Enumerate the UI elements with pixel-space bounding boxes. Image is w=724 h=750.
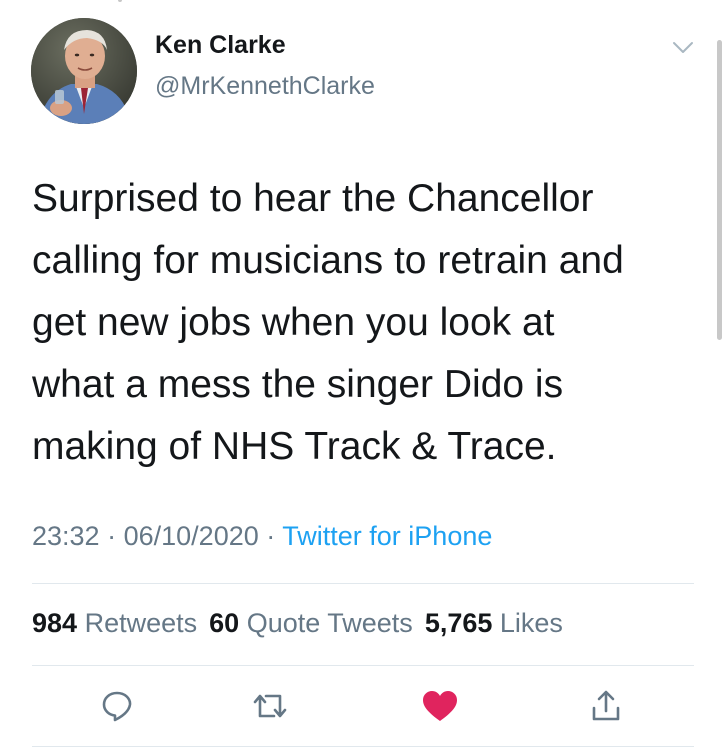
author-display-name[interactable]: Ken Clarke — [155, 31, 286, 60]
author-handle[interactable]: @MrKennethClarke — [155, 72, 375, 101]
retweet-button[interactable] — [248, 686, 292, 730]
scrollbar[interactable] — [717, 40, 722, 340]
share-button[interactable] — [584, 686, 628, 730]
tweet-text: Surprised to hear the Chancellor calling… — [32, 177, 624, 468]
reply-button[interactable] — [95, 686, 139, 730]
tweet-actions — [0, 686, 724, 730]
chevron-down-icon[interactable] — [671, 35, 695, 59]
divider — [32, 583, 694, 584]
previous-tweet-fragment — [118, 0, 122, 2]
retweet-icon — [252, 689, 288, 728]
divider — [32, 746, 694, 747]
quote-tweets-stat[interactable]: 60 Quote Tweets — [209, 608, 413, 638]
heart-icon — [421, 689, 459, 728]
tweet-meta: 23:32 · 06/10/2020 · Twitter for iPhone — [32, 521, 492, 552]
likes-label: Likes — [499, 608, 563, 638]
quote-tweets-label: Quote Tweets — [246, 608, 413, 638]
meta-separator: · — [107, 521, 117, 551]
tweet-date[interactable]: 06/10/2020 — [124, 521, 259, 551]
retweets-label: Retweets — [84, 608, 198, 638]
retweets-stat[interactable]: 984 Retweets — [32, 608, 197, 638]
meta-separator: · — [266, 521, 276, 551]
tweet-time[interactable]: 23:32 — [32, 521, 100, 551]
divider — [32, 665, 694, 666]
avatar[interactable] — [31, 18, 137, 124]
tweet-stats: 984 Retweets 60 Quote Tweets 5,765 Likes — [32, 608, 575, 639]
likes-count: 5,765 — [424, 608, 493, 638]
retweets-count: 984 — [32, 608, 78, 638]
like-button[interactable] — [418, 686, 462, 730]
quote-tweets-count: 60 — [209, 608, 240, 638]
likes-stat[interactable]: 5,765 Likes — [425, 608, 563, 638]
share-icon — [589, 688, 623, 729]
reply-icon — [100, 689, 134, 728]
tweet-source-link[interactable]: Twitter for iPhone — [282, 521, 492, 551]
